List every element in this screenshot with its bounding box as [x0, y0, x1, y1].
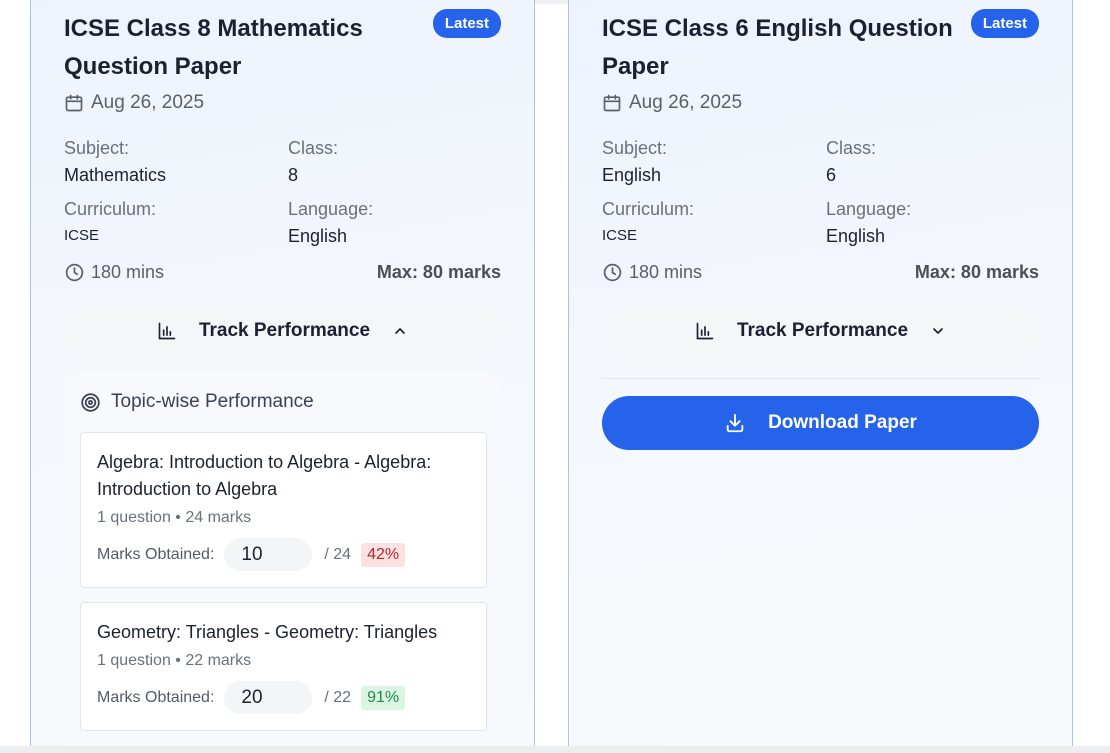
paper-date: Aug 26, 2025 [64, 92, 204, 114]
date-text: Aug 26, 2025 [91, 92, 205, 113]
paper-stats: 180 mins Max: 80 marks [64, 262, 501, 283]
duration-text: 180 mins [629, 262, 703, 282]
duration-text: 180 mins [91, 262, 165, 282]
chevron-up-icon [392, 323, 408, 339]
date-text: Aug 26, 2025 [629, 92, 743, 113]
topic-performance-panel: Topic-wise Performance Algebra: Introduc… [64, 372, 501, 746]
class-label: Class: [288, 138, 339, 158]
track-performance-button[interactable]: Track Performance [64, 306, 501, 356]
download-paper-label: Download Paper [768, 412, 917, 433]
marks-obtained-input[interactable]: 10 [224, 538, 313, 571]
class-value: 8 [288, 165, 299, 185]
curriculum-value: ICSE [64, 227, 100, 244]
subject-label: Subject: [64, 138, 130, 158]
bar-chart-icon [695, 321, 715, 341]
curriculum-label: Curriculum: [602, 199, 695, 219]
topic-card: Geometry: Triangles - Geometry: Triangle… [80, 602, 487, 731]
curriculum-label: Curriculum: [64, 199, 157, 219]
calendar-icon [602, 93, 622, 113]
language-value: English [288, 226, 348, 246]
paper-stats: 180 mins Max: 80 marks [602, 262, 1039, 283]
paper-title: ICSE Class 8 Mathematics Question Paper [64, 15, 363, 80]
paper-title: ICSE Class 6 English Question Paper [602, 15, 953, 80]
marks-row: Marks Obtained: 10 / 24 42% [97, 538, 470, 571]
marks-obtained-input[interactable]: 20 [224, 681, 313, 714]
paper-card-math: ICSE Class 8 Mathematics Question Paper … [30, 0, 535, 746]
calendar-icon [64, 93, 84, 113]
marks-obtained-label: Marks Obtained: [97, 688, 215, 706]
class-label: Class: [826, 138, 877, 158]
class-value: 6 [826, 165, 837, 185]
max-marks: Max: 80 marks [376, 262, 501, 282]
chevron-down-icon [930, 323, 946, 339]
track-performance-label: Track Performance [198, 320, 371, 341]
language-label: Language: [288, 199, 374, 219]
curriculum-value: ICSE [602, 227, 638, 244]
language-label: Language: [826, 199, 912, 219]
paper-date: Aug 26, 2025 [602, 92, 742, 114]
percent-badge: 91% [361, 685, 406, 710]
subject-value: English [602, 165, 662, 185]
paper-card-english: ICSE Class 6 English Question Paper Late… [568, 0, 1073, 746]
track-performance-label: Track Performance [736, 320, 909, 341]
latest-badge: Latest [970, 9, 1039, 38]
download-paper-button[interactable]: Download Paper [602, 396, 1039, 450]
latest-badge: Latest [432, 9, 501, 38]
marks-obtained-label: Marks Obtained: [97, 545, 215, 563]
percent-badge: 42% [361, 542, 406, 567]
divider [602, 378, 1039, 379]
marks-row: Marks Obtained: 20 / 22 91% [97, 681, 470, 714]
topic-name: Geometry: Triangles - Geometry: Triangle… [97, 622, 438, 642]
download-icon [724, 412, 746, 434]
topic-performance-title: Topic-wise Performance [111, 391, 314, 412]
marks-total: / 24 [324, 545, 352, 563]
target-icon [80, 392, 101, 413]
topic-card: Algebra: Introduction to Algebra - Algeb… [80, 432, 487, 588]
marks-total: / 22 [324, 688, 352, 706]
paper-meta: Subject: English Class: 6 Curriculum: IC… [602, 137, 1039, 248]
topic-summary: 1 question • 24 marks [97, 509, 252, 526]
bar-chart-icon [157, 321, 177, 341]
duration: 180 mins [64, 262, 164, 283]
duration: 180 mins [602, 262, 702, 283]
track-performance-button[interactable]: Track Performance [602, 306, 1039, 356]
topic-summary: 1 question • 22 marks [97, 652, 252, 669]
subject-value: Mathematics [64, 165, 167, 185]
paper-meta: Subject: Mathematics Class: 8 Curriculum… [64, 137, 501, 248]
topic-performance-heading: Topic-wise Performance [80, 391, 314, 413]
clock-icon [64, 262, 85, 283]
clock-icon [602, 262, 623, 283]
language-value: English [826, 226, 886, 246]
max-marks: Max: 80 marks [914, 262, 1039, 282]
bottom-scroll-edge [0, 746, 1110, 753]
subject-label: Subject: [602, 138, 668, 158]
topic-name: Algebra: Introduction to Algebra - Algeb… [97, 452, 432, 499]
